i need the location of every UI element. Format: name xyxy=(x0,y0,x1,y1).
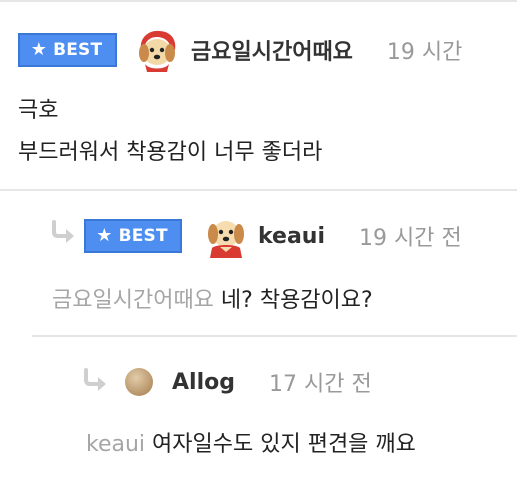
reply-item: Allog 17 시간 전 keaui 여자일수도 있지 편견을 깨요 xyxy=(0,336,517,480)
comment-time: 17 시간 전 xyxy=(268,372,372,397)
author-name[interactable]: keaui xyxy=(258,224,325,249)
comment-header: Allog 17 시간 전 xyxy=(124,362,372,402)
comment-body: 금요일시간어때요 네? 착용감이요? xyxy=(52,282,373,314)
star-icon: ★ xyxy=(96,225,113,246)
best-badge-label: BEST xyxy=(53,40,103,60)
reply-arrow-icon xyxy=(82,368,110,396)
best-badge: ★ BEST xyxy=(18,33,117,67)
mention-link[interactable]: keaui xyxy=(86,432,145,457)
mention-link[interactable]: 금요일시간어때요 xyxy=(52,288,214,313)
comment-body: keaui 여자일수도 있지 편견을 깨요 xyxy=(86,426,416,458)
author-name[interactable]: 금요일시간어때요 xyxy=(191,34,353,66)
comment-body-line: 극호 xyxy=(18,98,59,123)
comment-header: ★ BEST 금요일시간어때요 19 시간 xyxy=(18,28,463,72)
avatar[interactable] xyxy=(204,214,248,258)
comment-time: 19 시간 xyxy=(386,40,463,65)
comment-text: 여자일수도 있지 편견을 깨요 xyxy=(152,432,416,457)
best-badge: ★ BEST xyxy=(84,219,182,253)
avatar[interactable] xyxy=(124,367,154,397)
best-badge-label: BEST xyxy=(118,226,168,246)
plain-circle-avatar xyxy=(125,368,153,396)
comment-time: 19 시간 전 xyxy=(359,226,462,251)
comment-body-line: 부드러워서 착용감이 너무 좋더라 xyxy=(18,140,323,165)
author-name[interactable]: Allog xyxy=(172,370,235,395)
puppy-red-hood-avatar xyxy=(139,30,176,72)
comment-text: 네? 착용감이요? xyxy=(220,288,373,313)
comment-header: ★ BEST keaui 19 시간 전 xyxy=(84,214,462,258)
comment-item: ★ BEST 금요일시간어때요 19 시간 극호 부드러워서 착용감이 너무 좋… xyxy=(0,0,517,190)
reply-arrow-icon xyxy=(50,220,78,248)
reply-item: ★ BEST keaui 19 시간 전 금요일시간어때요 네? 착용감이요? xyxy=(0,190,517,336)
puppy-red-cape-avatar xyxy=(208,221,244,258)
star-icon: ★ xyxy=(30,39,48,60)
avatar[interactable] xyxy=(135,28,179,72)
